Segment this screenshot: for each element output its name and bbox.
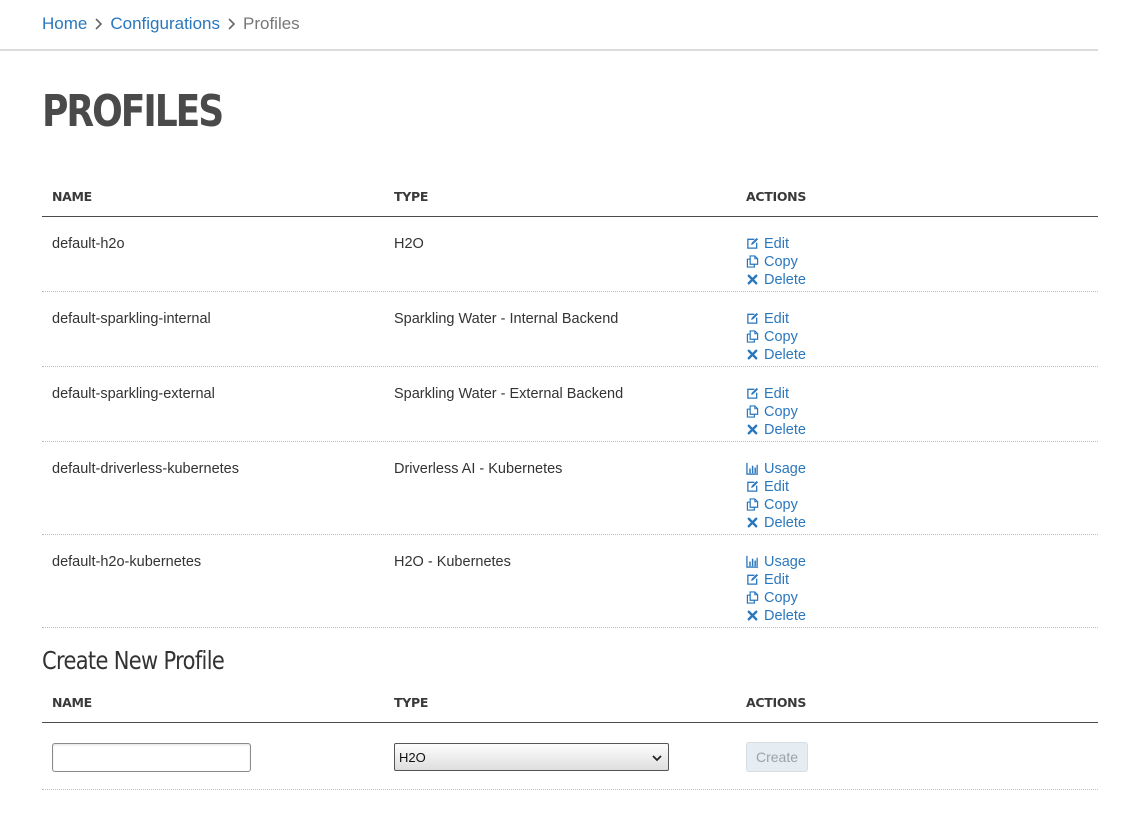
breadcrumb-current: Profiles	[242, 13, 300, 33]
column-header-actions: ACTIONS	[746, 189, 807, 204]
profile-type: Sparkling Water - Internal Backend	[394, 311, 619, 327]
edit-icon	[746, 387, 760, 401]
delete-x-icon	[746, 609, 760, 623]
delete-x-icon	[746, 423, 760, 437]
edit-icon	[746, 480, 760, 494]
column-header-name: NAME	[52, 695, 92, 710]
action-label: Delete	[764, 272, 806, 288]
edit-link[interactable]: Edit	[746, 235, 1098, 253]
bar-chart-icon	[746, 462, 760, 476]
edit-link[interactable]: Edit	[746, 310, 1098, 328]
profile-type-select[interactable]: H2O	[394, 743, 669, 771]
column-header-type: TYPE	[394, 189, 429, 204]
bar-chart-icon	[746, 555, 760, 569]
profiles-table: NAME TYPE ACTIONS default-h2o H2O Edit Copy…	[42, 179, 1098, 628]
action-label: Edit	[764, 311, 789, 327]
delete-link[interactable]: Delete	[746, 346, 1098, 364]
profile-name: default-sparkling-internal	[52, 311, 211, 327]
usage-link[interactable]: Usage	[746, 553, 1098, 571]
delete-link[interactable]: Delete	[746, 514, 1098, 532]
copy-link[interactable]: Copy	[746, 589, 1098, 607]
edit-icon	[746, 312, 760, 326]
action-label: Usage	[764, 461, 806, 477]
copy-icon	[746, 498, 760, 512]
profile-name: default-sparkling-external	[52, 386, 215, 402]
table-row: default-sparkling-external Sparkling Wate…	[42, 367, 1098, 442]
delete-link[interactable]: Delete	[746, 607, 1098, 625]
delete-x-icon	[746, 273, 760, 287]
action-label: Copy	[764, 497, 798, 513]
table-row: default-h2o-kubernetes H2O - Kubernetes Us…	[42, 535, 1098, 628]
action-label: Edit	[764, 479, 789, 495]
column-header-actions: ACTIONS	[746, 695, 807, 710]
breadcrumb-home-link[interactable]: Home	[42, 14, 87, 34]
profile-type-selected: H2O	[399, 749, 426, 765]
table-body: default-h2o H2O Edit Copy Delete default-spar…	[42, 217, 1098, 628]
profile-name-input[interactable]	[52, 742, 251, 772]
edit-icon	[746, 573, 760, 587]
profile-type: H2O - Kubernetes	[394, 554, 511, 570]
profile-type: H2O	[394, 236, 424, 252]
copy-icon	[746, 255, 760, 269]
create-profile-title: Create New Profile	[42, 646, 225, 675]
copy-link[interactable]: Copy	[746, 328, 1098, 346]
table-row: default-sparkling-internal Sparkling Wate…	[42, 292, 1098, 367]
create-table-header: NAME TYPE ACTIONS	[42, 685, 1098, 723]
delete-x-icon	[746, 516, 760, 530]
profile-type: Sparkling Water - External Backend	[394, 386, 624, 402]
chevron-right-icon	[94, 17, 103, 30]
action-label: Copy	[764, 590, 798, 606]
copy-link[interactable]: Copy	[746, 403, 1098, 421]
action-label: Copy	[764, 254, 798, 270]
column-header-name: NAME	[52, 189, 92, 204]
create-profile-table: NAME TYPE ACTIONS H2O Create	[42, 685, 1098, 790]
profile-type: Driverless AI - Kubernetes	[394, 461, 563, 477]
copy-link[interactable]: Copy	[746, 253, 1098, 271]
copy-icon	[746, 330, 760, 344]
action-label: Copy	[764, 329, 798, 345]
breadcrumb-configurations-link[interactable]: Configurations	[110, 14, 220, 34]
chevron-down-icon	[652, 750, 662, 765]
profile-name: default-driverless-kubernetes	[52, 461, 239, 477]
edit-icon	[746, 237, 760, 251]
copy-link[interactable]: Copy	[746, 496, 1098, 514]
action-label: Edit	[764, 236, 789, 252]
table-row: default-h2o H2O Edit Copy Delete	[42, 217, 1098, 292]
create-button[interactable]: Create	[746, 742, 808, 772]
action-label: Copy	[764, 404, 798, 420]
action-label: Delete	[764, 608, 806, 624]
breadcrumb: Home Configurations Profiles	[0, 0, 1098, 51]
copy-icon	[746, 405, 760, 419]
delete-link[interactable]: Delete	[746, 271, 1098, 289]
action-label: Delete	[764, 422, 806, 438]
column-header-type: TYPE	[394, 695, 429, 710]
table-header: NAME TYPE ACTIONS	[42, 179, 1098, 217]
page: Home Configurations Profiles PROFILES NA…	[0, 0, 1098, 790]
table-row: default-driverless-kubernetes Driverless …	[42, 442, 1098, 535]
copy-icon	[746, 591, 760, 605]
edit-link[interactable]: Edit	[746, 571, 1098, 589]
chevron-right-icon	[227, 17, 236, 30]
action-label: Delete	[764, 515, 806, 531]
profile-name: default-h2o-kubernetes	[52, 554, 202, 570]
delete-link[interactable]: Delete	[746, 421, 1098, 439]
action-label: Edit	[764, 572, 789, 588]
usage-link[interactable]: Usage	[746, 460, 1098, 478]
page-title: PROFILES	[42, 86, 224, 137]
edit-link[interactable]: Edit	[746, 385, 1098, 403]
delete-x-icon	[746, 348, 760, 362]
action-label: Delete	[764, 347, 806, 363]
action-label: Edit	[764, 386, 789, 402]
create-profile-row: H2O Create	[42, 723, 1098, 790]
action-label: Usage	[764, 554, 806, 570]
profile-name: default-h2o	[52, 236, 125, 252]
edit-link[interactable]: Edit	[746, 478, 1098, 496]
